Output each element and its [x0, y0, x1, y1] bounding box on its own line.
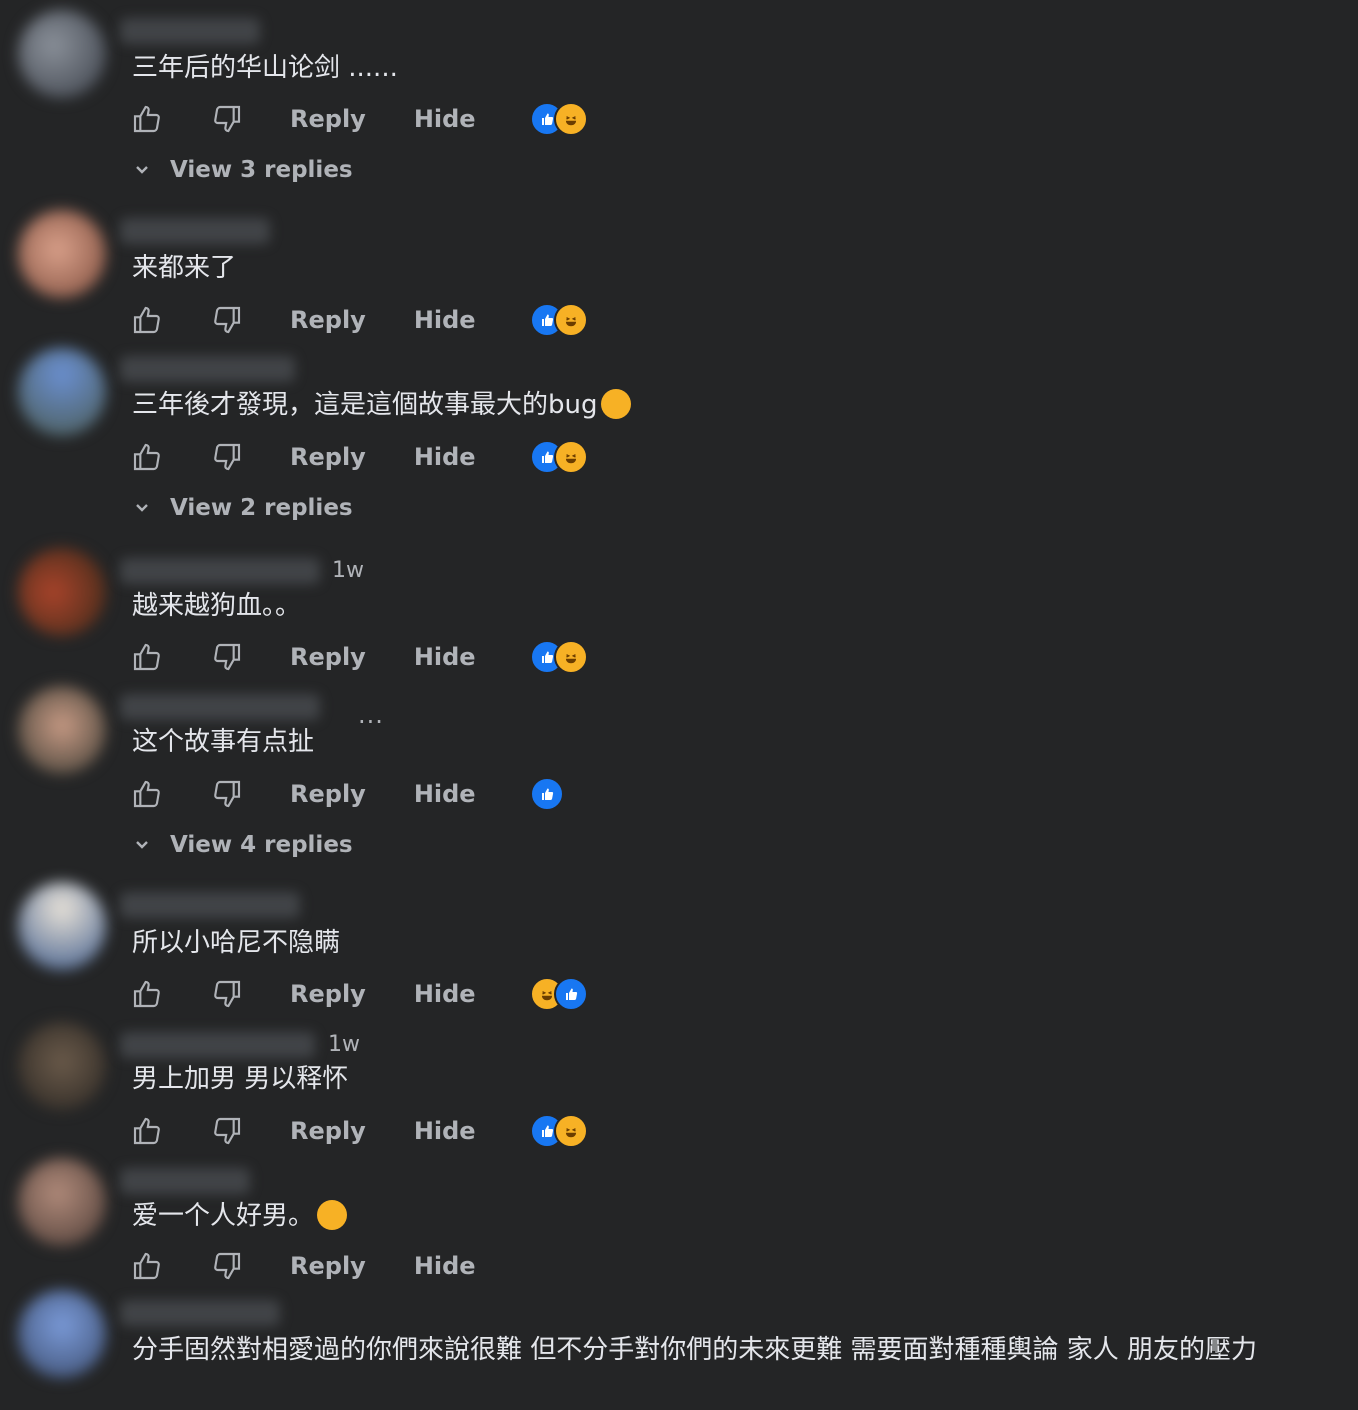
thumbs-down-icon[interactable]: [210, 640, 244, 674]
comment-text: 这个故事有点扯: [132, 727, 315, 757]
thumbs-up-icon[interactable]: [130, 777, 164, 811]
commenter-name[interactable]: [120, 694, 320, 720]
avatar[interactable]: [18, 348, 106, 436]
hide-button[interactable]: Hide: [414, 105, 476, 133]
thumbs-down-icon[interactable]: [210, 1249, 244, 1283]
thumbs-up-icon[interactable]: [130, 440, 164, 474]
avatar[interactable]: [18, 1022, 106, 1110]
thumbs-down-icon[interactable]: [210, 102, 244, 136]
comment-actions: Reply Hide: [130, 774, 564, 814]
comment-text: 三年後才發現，這是這個故事最大的bug: [132, 387, 631, 423]
comment-text: 分手固然對相愛過的你們來說很難 但不分手對你們的未來更難 需要面對種種輿論 家人…: [132, 1335, 1258, 1365]
commenter-name[interactable]: [120, 892, 300, 918]
thumbs-up-icon[interactable]: [130, 1114, 164, 1148]
haha-reaction-icon: [553, 640, 588, 674]
reaction-summary[interactable]: [529, 102, 588, 136]
thumbs-down-icon[interactable]: [210, 777, 244, 811]
hide-button[interactable]: Hide: [414, 780, 476, 808]
comment-actions: Reply Hide: [130, 99, 588, 139]
commenter-name[interactable]: [120, 558, 320, 584]
view-replies-label: View 2 replies: [170, 495, 353, 521]
commenter-name[interactable]: [120, 356, 295, 382]
hide-button[interactable]: Hide: [414, 306, 476, 334]
reaction-summary[interactable]: [529, 640, 588, 674]
commenter-name[interactable]: [120, 1168, 250, 1194]
comment-text: 爱一个人好男。: [132, 1198, 348, 1234]
comment-actions: Reply Hide: [130, 637, 588, 677]
sweat-smile-emoji-icon: [317, 1199, 348, 1230]
haha-reaction-icon: [553, 440, 588, 474]
comment-actions: Reply Hide: [130, 974, 588, 1014]
comment-timestamp[interactable]: 1w: [328, 1032, 360, 1057]
reply-button[interactable]: Reply: [290, 1252, 366, 1280]
view-replies-button[interactable]: View 2 replies: [132, 495, 353, 521]
thumbs-up-icon[interactable]: [130, 640, 164, 674]
like-reaction-icon: [529, 777, 564, 811]
commenter-name[interactable]: [120, 1032, 315, 1058]
reply-button[interactable]: Reply: [290, 643, 366, 671]
reply-button[interactable]: Reply: [290, 980, 366, 1008]
reaction-summary[interactable]: [529, 303, 588, 337]
reply-button[interactable]: Reply: [290, 306, 366, 334]
avatar[interactable]: [18, 882, 106, 970]
haha-reaction-icon: [553, 1114, 588, 1148]
hide-button[interactable]: Hide: [414, 643, 476, 671]
avatar[interactable]: [18, 1290, 106, 1378]
thumbs-up-icon[interactable]: [130, 102, 164, 136]
thumbs-up-icon[interactable]: [130, 303, 164, 337]
reply-button[interactable]: Reply: [290, 1117, 366, 1145]
thumbs-down-icon[interactable]: [210, 1114, 244, 1148]
view-replies-button[interactable]: View 4 replies: [132, 832, 353, 858]
comment-text: 来都来了: [132, 253, 237, 283]
comment-timestamp[interactable]: 1w: [332, 558, 364, 583]
comment-text: 男上加男 男以释怀: [132, 1064, 349, 1094]
view-replies-label: View 3 replies: [170, 157, 353, 183]
comment-actions: Reply Hide: [130, 300, 588, 340]
avatar[interactable]: [18, 10, 106, 98]
hide-button[interactable]: Hide: [414, 980, 476, 1008]
avatar[interactable]: [18, 686, 106, 774]
haha-reaction-icon: [553, 102, 588, 136]
thumbs-up-icon[interactable]: [130, 977, 164, 1011]
reaction-summary[interactable]: [529, 777, 564, 811]
more-options-button[interactable]: ···: [358, 708, 384, 736]
comment-actions: Reply Hide: [130, 1246, 524, 1286]
comment-actions: Reply Hide: [130, 1111, 588, 1151]
like-reaction-icon: [553, 977, 588, 1011]
reaction-summary[interactable]: [529, 440, 588, 474]
avatar[interactable]: [18, 1158, 106, 1246]
reaction-summary[interactable]: [529, 1114, 588, 1148]
avatar[interactable]: [18, 548, 106, 636]
reply-button[interactable]: Reply: [290, 105, 366, 133]
avatar[interactable]: [18, 210, 106, 298]
thumbs-up-icon[interactable]: [130, 1249, 164, 1283]
thumbs-down-icon[interactable]: [210, 977, 244, 1011]
reply-button[interactable]: Reply: [290, 443, 366, 471]
laughing-tears-emoji-icon: [600, 388, 631, 419]
chevron-down-icon: [136, 841, 148, 849]
comment-text: 越来越狗血。。: [132, 591, 302, 621]
reaction-summary[interactable]: [529, 977, 588, 1011]
haha-reaction-icon: [553, 303, 588, 337]
comment-actions: Reply Hide: [130, 437, 588, 477]
view-replies-label: View 4 replies: [170, 832, 353, 858]
hide-button[interactable]: Hide: [414, 1252, 476, 1280]
view-replies-button[interactable]: View 3 replies: [132, 157, 353, 183]
comment-text: 所以小哈尼不隐瞒: [132, 928, 341, 958]
thumbs-down-icon[interactable]: [210, 440, 244, 474]
thumbs-down-icon[interactable]: [210, 303, 244, 337]
commenter-name[interactable]: [120, 18, 260, 44]
chevron-down-icon: [136, 166, 148, 174]
comment-text: 三年后的华山论剑 ......: [132, 53, 398, 83]
hide-button[interactable]: Hide: [414, 1117, 476, 1145]
commenter-name[interactable]: [120, 1300, 280, 1326]
reply-button[interactable]: Reply: [290, 780, 366, 808]
hide-button[interactable]: Hide: [414, 443, 476, 471]
commenter-name[interactable]: [120, 218, 270, 244]
chevron-down-icon: [136, 504, 148, 512]
